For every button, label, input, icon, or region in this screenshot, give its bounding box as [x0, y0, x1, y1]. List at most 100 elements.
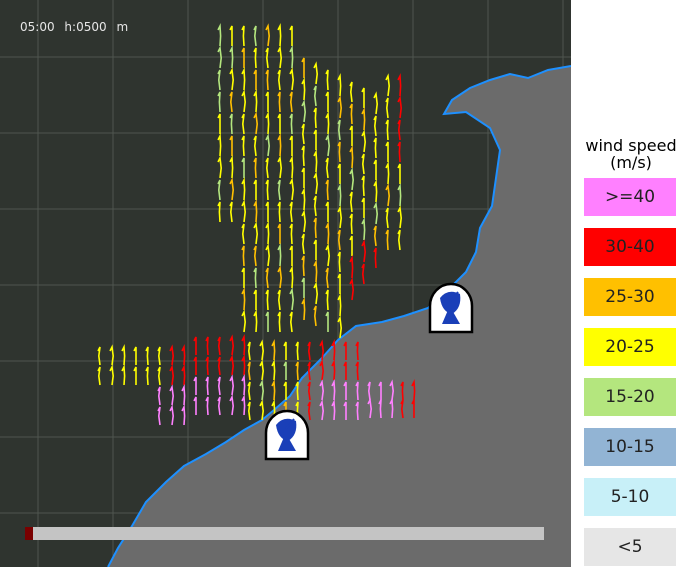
- wind-vector: [313, 107, 317, 129]
- wind-vector: [277, 132, 282, 157]
- legend-item-label: >=40: [604, 187, 656, 207]
- wind-vector: [193, 396, 197, 415]
- wind-vector: [397, 163, 401, 184]
- wind-vector: [247, 361, 251, 381]
- wind-vector: [301, 233, 305, 255]
- wind-vector: [145, 366, 149, 386]
- wind-vector: [265, 23, 271, 47]
- wind-vector: [349, 125, 353, 146]
- wind-vector: [241, 245, 245, 267]
- wind-vector: [349, 144, 354, 169]
- wind-vector: [109, 344, 115, 366]
- wind-vector: [301, 209, 307, 233]
- wind-vector: [325, 179, 329, 201]
- wind-vector: [241, 334, 246, 356]
- wind-vector: [373, 91, 379, 115]
- wind-vector: [313, 217, 317, 239]
- wind-vector: [349, 254, 354, 279]
- wind-vector: [289, 287, 295, 311]
- wind-vector: [193, 376, 197, 395]
- wind-vector: [373, 201, 379, 225]
- wind-vector: [169, 384, 175, 406]
- wind-vector: [217, 91, 221, 113]
- wind-vector: [301, 57, 305, 78]
- legend-title-line2: (m/s): [610, 153, 652, 172]
- wind-vector: [265, 133, 271, 157]
- wind-vector: [157, 366, 161, 386]
- wind-vector: [301, 76, 306, 101]
- wind-vector: [109, 364, 115, 386]
- wind-vector: [277, 91, 281, 113]
- wind-vector: [265, 47, 269, 69]
- wind-vector: [277, 201, 281, 223]
- wind-vector: [97, 346, 101, 366]
- wind-vector: [229, 67, 235, 91]
- wind-vector: [313, 85, 317, 107]
- legend-item-label: 20-25: [605, 337, 655, 357]
- wind-vector: [169, 404, 175, 426]
- wind-vector: [397, 205, 403, 229]
- wind-vector: [397, 141, 401, 163]
- wind-vector: [373, 247, 377, 269]
- wind-vector: [241, 25, 245, 47]
- wind-vector: [241, 66, 246, 91]
- wind-vector: [313, 171, 319, 195]
- wind-vector: [385, 207, 389, 229]
- wind-vector: [301, 123, 305, 145]
- wind-vector: [397, 95, 403, 119]
- wind-vector: [121, 344, 126, 366]
- wind-vector: [289, 311, 293, 333]
- legend-item-label: 25-30: [605, 287, 655, 307]
- radar-site-south[interactable]: [264, 409, 310, 461]
- wind-vector: [313, 281, 319, 305]
- wind-vector: [121, 364, 126, 386]
- wind-vector: [265, 201, 269, 222]
- wind-vector: [229, 334, 235, 356]
- wind-vector: [259, 399, 265, 421]
- wind-vector: [385, 73, 391, 97]
- legend-item: 15-20: [584, 378, 676, 416]
- legend-item: >=40: [584, 178, 676, 216]
- wind-vector: [361, 129, 367, 153]
- unit-label: m: [116, 20, 129, 34]
- wind-vector: [229, 394, 235, 416]
- wind-vector: [313, 239, 317, 260]
- wind-vector: [253, 47, 257, 69]
- wind-vector: [385, 141, 389, 162]
- wind-vector: [253, 111, 259, 135]
- wind-vector: [325, 311, 329, 332]
- wind-vector: [385, 183, 391, 207]
- timeline-slider[interactable]: [25, 527, 544, 540]
- wind-vector: [241, 309, 247, 333]
- wind-vector: [349, 235, 353, 256]
- wind-vector: [181, 364, 186, 386]
- legend-item: 5-10: [584, 478, 676, 516]
- radar-site-north[interactable]: [428, 282, 474, 334]
- wind-vector: [241, 223, 245, 245]
- timeline-handle[interactable]: [25, 527, 33, 540]
- wind-vector: [205, 396, 209, 416]
- wind-vector: [271, 359, 276, 381]
- wind-vector: [217, 69, 221, 91]
- wind-vector: [277, 155, 283, 179]
- wind-vector: [241, 286, 246, 311]
- wind-vector: [289, 113, 293, 135]
- wind-vector: [259, 339, 265, 361]
- wind-vector: [133, 346, 137, 365]
- wind-vector: [289, 44, 294, 69]
- wind-vector: [253, 198, 258, 223]
- wind-vector: [325, 201, 329, 222]
- wind-vector: [295, 361, 299, 381]
- wind-vector: [217, 155, 223, 179]
- wind-map[interactable]: 05:00 h:0500 m: [0, 0, 571, 567]
- wind-vector: [319, 339, 325, 361]
- wind-vector: [325, 91, 329, 112]
- wind-vector: [217, 336, 221, 356]
- wind-vector: [397, 182, 402, 207]
- wind-vector: [217, 179, 221, 201]
- wind-vector: [385, 97, 389, 119]
- wind-vector: [265, 289, 269, 311]
- legend-item: 30-40: [584, 228, 676, 266]
- wind-vector: [325, 289, 329, 311]
- wind-vector: [157, 346, 161, 366]
